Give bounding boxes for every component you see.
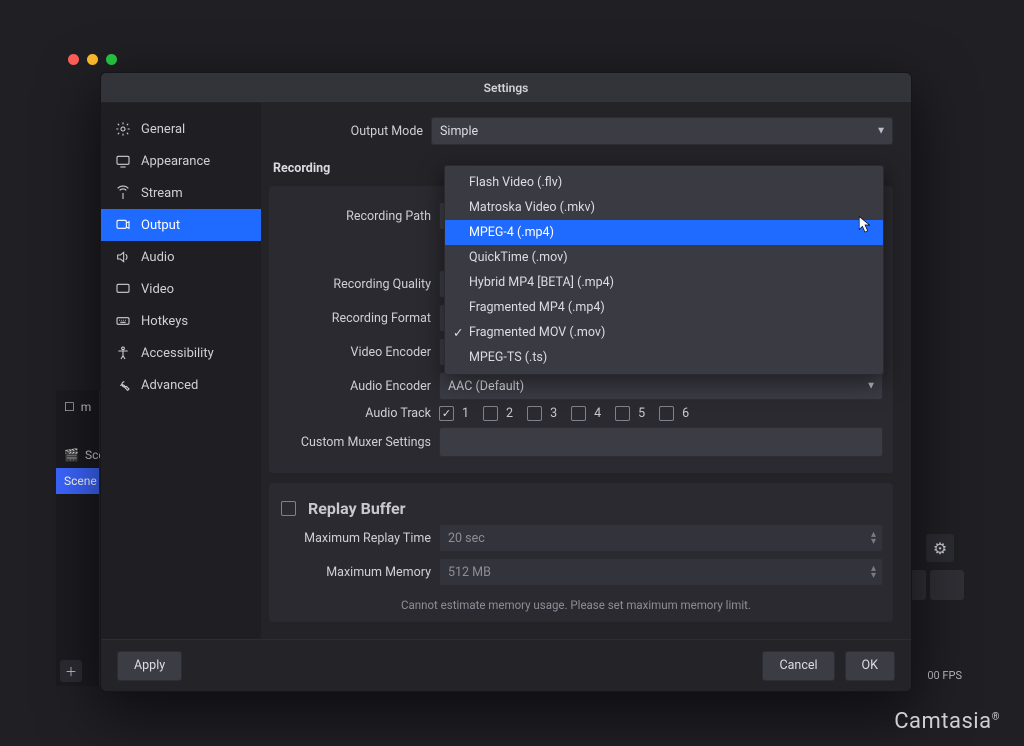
bg-fps-readout: 00 FPS [927, 669, 962, 682]
replay-section-title: Replay Buffer [308, 499, 406, 518]
checkbox-icon [483, 406, 498, 421]
sidebar-item-label: Advanced [141, 378, 198, 393]
replay-time-label: Maximum Replay Time [269, 531, 431, 546]
replay-panel: Replay Buffer Maximum Replay Time 20 sec… [269, 483, 893, 622]
recording-format-label: Recording Format [269, 311, 431, 326]
checkbox-icon [659, 406, 674, 421]
sidebar-item-output[interactable]: Output [101, 209, 261, 241]
check-icon: ✓ [453, 325, 463, 341]
settings-main: Output Mode Simple ▼ Recording Recording… [261, 103, 911, 639]
replay-mem-label: Maximum Memory [269, 565, 431, 580]
audio-track-5[interactable]: 5 [615, 406, 645, 421]
bg-add-button[interactable]: ＋ [60, 660, 82, 682]
sidebar-item-label: General [141, 122, 185, 137]
replay-hint: Cannot estimate memory usage. Please set… [269, 592, 883, 612]
audio-track-2[interactable]: 2 [483, 406, 513, 421]
audio-track-label: Audio Track [269, 406, 431, 421]
settings-sidebar: General Appearance Stream Output Audio [101, 103, 261, 639]
checkbox-icon [439, 406, 454, 421]
muxer-input[interactable] [439, 427, 883, 457]
audio-track-4[interactable]: 4 [571, 406, 601, 421]
recording-format-dropdown[interactable]: Flash Video (.flv) Matroska Video (.mkv)… [444, 165, 884, 375]
output-mode-select[interactable]: Simple ▼ [431, 117, 893, 145]
sidebar-item-general[interactable]: General [101, 113, 261, 145]
audio-track-6[interactable]: 6 [659, 406, 689, 421]
sidebar-item-stream[interactable]: Stream [101, 177, 261, 209]
keyboard-icon [115, 313, 131, 329]
format-option-mov[interactable]: QuickTime (.mov) [445, 245, 883, 270]
audio-track-3[interactable]: 3 [527, 406, 557, 421]
apply-button[interactable]: Apply [117, 651, 182, 681]
sidebar-item-hotkeys[interactable]: Hotkeys [101, 305, 261, 337]
audio-track-1[interactable]: 1 [439, 406, 469, 421]
sidebar-item-label: Hotkeys [141, 314, 188, 329]
stepper-icon: ▴▾ [871, 565, 876, 579]
recording-path-label: Recording Path [269, 209, 431, 224]
bg-scenes-panel: ☐m 🎬Scen Scene ＋ [56, 390, 100, 686]
sidebar-item-accessibility[interactable]: Accessibility [101, 337, 261, 369]
format-option-hybrid-mp4[interactable]: Hybrid MP4 [BETA] (.mp4) [445, 270, 883, 295]
format-option-mp4[interactable]: MPEG-4 (.mp4) [445, 220, 883, 245]
dialog-footer: Apply Cancel OK [101, 639, 911, 691]
sidebar-item-advanced[interactable]: Advanced [101, 369, 261, 401]
sidebar-item-label: Accessibility [141, 346, 214, 361]
checkbox-icon [527, 406, 542, 421]
sidebar-item-label: Stream [141, 186, 183, 201]
sidebar-item-label: Video [141, 282, 174, 297]
checkbox-icon [615, 406, 630, 421]
audio-encoder-label: Audio Encoder [269, 379, 431, 394]
video-encoder-label: Video Encoder [269, 345, 431, 360]
audio-encoder-select[interactable]: AAC (Default)▼ [439, 372, 883, 400]
checkbox-icon [281, 501, 296, 516]
titlebar: Settings [101, 73, 911, 103]
format-option-ts[interactable]: MPEG-TS (.ts) [445, 345, 883, 370]
format-option-fmp4[interactable]: Fragmented MP4 (.mp4) [445, 295, 883, 320]
output-mode-label: Output Mode [261, 124, 423, 139]
muxer-label: Custom Muxer Settings [269, 435, 431, 450]
replay-mem-stepper[interactable]: 512 MB▴▾ [439, 558, 883, 586]
format-option-mkv[interactable]: Matroska Video (.mkv) [445, 195, 883, 220]
sidebar-item-label: Output [141, 218, 180, 233]
replay-time-stepper[interactable]: 20 sec▴▾ [439, 524, 883, 552]
watermark: Camtasia® [894, 708, 1000, 734]
ok-button[interactable]: OK [845, 651, 895, 681]
antenna-icon [115, 185, 131, 201]
sidebar-item-video[interactable]: Video [101, 273, 261, 305]
checkbox-icon [571, 406, 586, 421]
accessibility-icon [115, 345, 131, 361]
recording-quality-label: Recording Quality [269, 277, 431, 292]
chevron-down-icon: ▼ [876, 126, 886, 137]
window-title: Settings [101, 81, 911, 95]
cancel-button[interactable]: Cancel [762, 651, 834, 681]
settings-dialog: Settings General Appearance Stream [100, 72, 912, 692]
stepper-icon: ▴▾ [871, 531, 876, 545]
output-icon [115, 217, 131, 233]
sidebar-item-audio[interactable]: Audio [101, 241, 261, 273]
audio-track-group: 1 2 3 4 5 6 [439, 406, 883, 421]
bg-settings-icon[interactable]: ⚙ [926, 534, 954, 562]
sidebar-item-appearance[interactable]: Appearance [101, 145, 261, 177]
speaker-icon [115, 249, 131, 265]
format-option-fmov[interactable]: ✓Fragmented MOV (.mov) [445, 320, 883, 345]
sidebar-item-label: Appearance [141, 154, 210, 169]
bg-window-traffic-lights [68, 54, 117, 65]
gear-icon [115, 121, 131, 137]
sidebar-item-label: Audio [141, 250, 174, 265]
appearance-icon [115, 153, 131, 169]
format-option-flv[interactable]: Flash Video (.flv) [445, 170, 883, 195]
monitor-icon [115, 281, 131, 297]
wrench-icon [115, 377, 131, 393]
replay-buffer-toggle[interactable]: Replay Buffer [281, 499, 406, 518]
chevron-down-icon: ▼ [866, 381, 876, 392]
